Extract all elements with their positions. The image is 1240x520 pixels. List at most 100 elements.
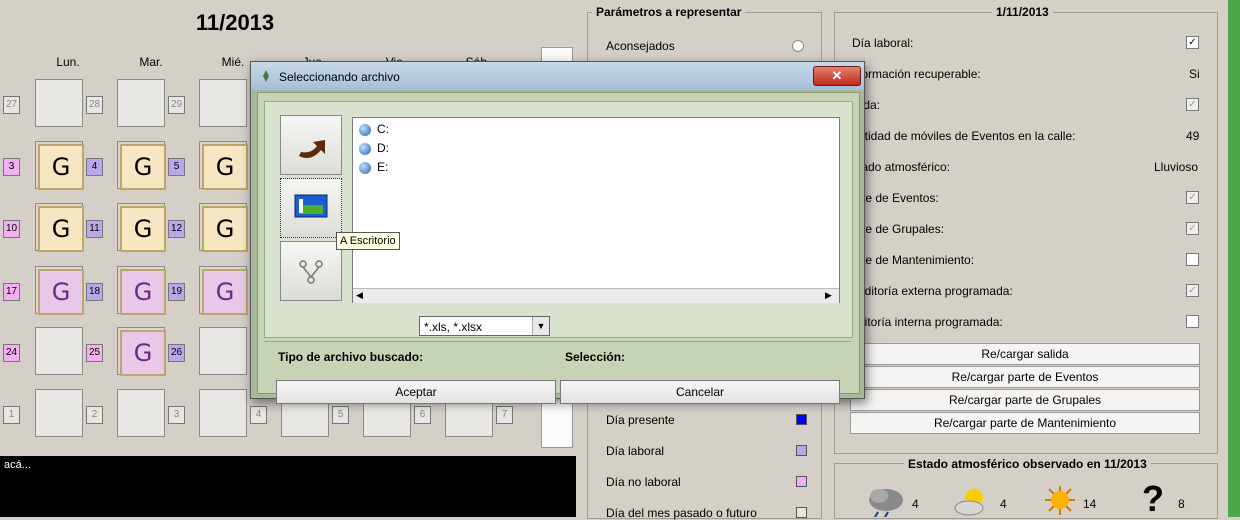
scroll-left-icon[interactable]: ◀ bbox=[356, 290, 363, 301]
parte-grupales-checkbox[interactable]: ✓ bbox=[1186, 222, 1199, 235]
g-scroll-icon: G bbox=[38, 269, 84, 315]
cancel-button[interactable]: Cancelar bbox=[560, 380, 840, 404]
day-number: 18 bbox=[86, 283, 103, 301]
file-listbox[interactable]: C: D: E: ◀ ▶ bbox=[352, 117, 840, 303]
calendar-day-cell[interactable]: G bbox=[199, 203, 248, 252]
window-edge bbox=[1228, 0, 1240, 517]
accept-button[interactable]: Aceptar bbox=[276, 380, 556, 404]
dialog-title: Seleccionando archivo bbox=[279, 70, 400, 84]
info-estado: tado atmosférico: bbox=[858, 160, 951, 174]
calendar-day-cell[interactable]: G bbox=[117, 266, 166, 315]
scroll-right-icon[interactable]: ▶ bbox=[825, 290, 832, 301]
network-icon bbox=[299, 260, 323, 284]
calendar-day-cell[interactable] bbox=[117, 389, 165, 437]
auditoria-interna-checkbox[interactable] bbox=[1186, 315, 1199, 328]
day-number: 4 bbox=[250, 406, 267, 424]
calendar-day-cell[interactable] bbox=[199, 327, 247, 375]
calendar-day-cell[interactable]: G bbox=[199, 141, 248, 190]
info-auditoria-externa: uditoría externa programada: bbox=[858, 284, 1013, 298]
network-button[interactable] bbox=[280, 241, 342, 301]
recargar-grupales-button[interactable]: Re/cargar parte de Grupales bbox=[850, 389, 1200, 411]
info-parte-mantenimiento: rte de Mantenimiento: bbox=[858, 253, 975, 267]
calendar-day-cell[interactable] bbox=[35, 389, 83, 437]
calendar-day-cell[interactable] bbox=[199, 389, 247, 437]
recargar-salida-button[interactable]: Re/cargar salida bbox=[850, 343, 1200, 365]
calendar-day-cell[interactable]: G bbox=[117, 141, 166, 190]
horizontal-scrollbar[interactable]: ◀ ▶ bbox=[353, 288, 839, 303]
tooltip: A Escritorio bbox=[336, 232, 400, 250]
close-button[interactable]: ✕ bbox=[813, 66, 861, 86]
desktop-button[interactable] bbox=[280, 178, 342, 238]
legend-dia-presente: Día presente bbox=[606, 413, 675, 427]
legend-dia-laboral: Día laboral bbox=[606, 444, 665, 458]
drive-icon bbox=[359, 161, 371, 174]
calendar-day-cell[interactable] bbox=[199, 79, 247, 127]
info-moviles-value: 49 bbox=[1186, 129, 1200, 143]
back-arrow-icon bbox=[299, 140, 325, 158]
drive-icon bbox=[359, 123, 371, 136]
auditoria-externa-checkbox[interactable]: ✓ bbox=[1186, 284, 1199, 297]
selection-label: Selección: bbox=[565, 350, 626, 364]
dow-tue: Mar. bbox=[139, 55, 163, 69]
parte-eventos-checkbox[interactable]: ✓ bbox=[1186, 191, 1199, 204]
day-number: 5 bbox=[332, 406, 349, 424]
day-number: 6 bbox=[414, 406, 431, 424]
day-number: 3 bbox=[168, 406, 185, 424]
calendar-day-cell[interactable] bbox=[35, 79, 83, 127]
legend-swatch-presente bbox=[796, 414, 807, 425]
drive-e[interactable]: E: bbox=[359, 160, 388, 174]
day-number: 24 bbox=[3, 344, 20, 362]
drive-d[interactable]: D: bbox=[359, 141, 389, 155]
recargar-mantenimiento-button[interactable]: Re/cargar parte de Mantenimiento bbox=[850, 412, 1200, 434]
calendar-day-cell[interactable] bbox=[117, 79, 165, 127]
g-scroll-icon: G bbox=[202, 144, 248, 190]
weather-title: Estado atmosférico observado en 11/2013 bbox=[904, 457, 1151, 471]
filetype-value: *.xls, *.xlsx bbox=[424, 320, 483, 334]
filetype-select[interactable]: *.xls, *.xlsx ▼ bbox=[419, 316, 550, 336]
g-scroll-icon: G bbox=[120, 206, 166, 252]
salida-checkbox[interactable]: ✓ bbox=[1186, 98, 1199, 111]
drive-label: E: bbox=[377, 160, 389, 174]
recargar-eventos-button[interactable]: Re/cargar parte de Eventos bbox=[850, 366, 1200, 388]
day-number: 4 bbox=[86, 158, 103, 176]
day-number: 1 bbox=[3, 406, 20, 424]
calendar-day-cell[interactable]: G bbox=[117, 203, 166, 252]
sun-icon bbox=[1040, 484, 1080, 517]
chevron-down-icon[interactable]: ▼ bbox=[532, 317, 549, 335]
rain-cloud-icon bbox=[866, 484, 906, 518]
calendar-day-cell[interactable] bbox=[35, 327, 83, 375]
info-formacion: formación recuperable: bbox=[858, 67, 981, 81]
aconsejados-radio[interactable] bbox=[792, 40, 804, 52]
params-title: Parámetros a representar bbox=[592, 5, 746, 19]
legend-dia-no-laboral: Día no laboral bbox=[606, 475, 681, 489]
calendar-day-cell[interactable]: G bbox=[35, 141, 84, 190]
day-number: 2 bbox=[86, 406, 103, 424]
app-icon bbox=[259, 69, 273, 83]
legend-swatch-laboral bbox=[796, 445, 807, 456]
calendar-day-cell[interactable]: G bbox=[199, 266, 248, 315]
day-number: 10 bbox=[3, 220, 20, 238]
calendar-day-cell[interactable]: G bbox=[35, 203, 84, 252]
calendar-day-cell[interactable]: G bbox=[117, 327, 166, 376]
aconsejados-label: Aconsejados bbox=[606, 39, 675, 53]
console-output: acá... bbox=[0, 456, 576, 517]
dow-mon: Lun. bbox=[56, 55, 80, 69]
drive-c[interactable]: C: bbox=[359, 122, 389, 136]
sun-cloud-count: 4 bbox=[1000, 497, 1007, 511]
drive-icon bbox=[359, 142, 371, 155]
day-number: 17 bbox=[3, 283, 20, 301]
info-dia-laboral: Día laboral: bbox=[852, 36, 914, 50]
day-number: 27 bbox=[3, 96, 20, 114]
g-scroll-icon: G bbox=[120, 269, 166, 315]
dia-laboral-checkbox[interactable]: ✓ bbox=[1186, 36, 1199, 49]
day-number: 12 bbox=[168, 220, 185, 238]
up-folder-button[interactable] bbox=[280, 115, 342, 175]
rain-count: 4 bbox=[912, 497, 919, 511]
calendar-day-cell[interactable]: G bbox=[35, 266, 84, 315]
legend-swatch-no-laboral bbox=[796, 476, 807, 487]
calendar-title: 11/2013 bbox=[195, 10, 275, 35]
parte-mantenimiento-checkbox[interactable] bbox=[1186, 253, 1199, 266]
day-number: 29 bbox=[168, 96, 185, 114]
day-info-title: 1/11/2013 bbox=[992, 5, 1053, 19]
drive-label: D: bbox=[377, 141, 389, 155]
